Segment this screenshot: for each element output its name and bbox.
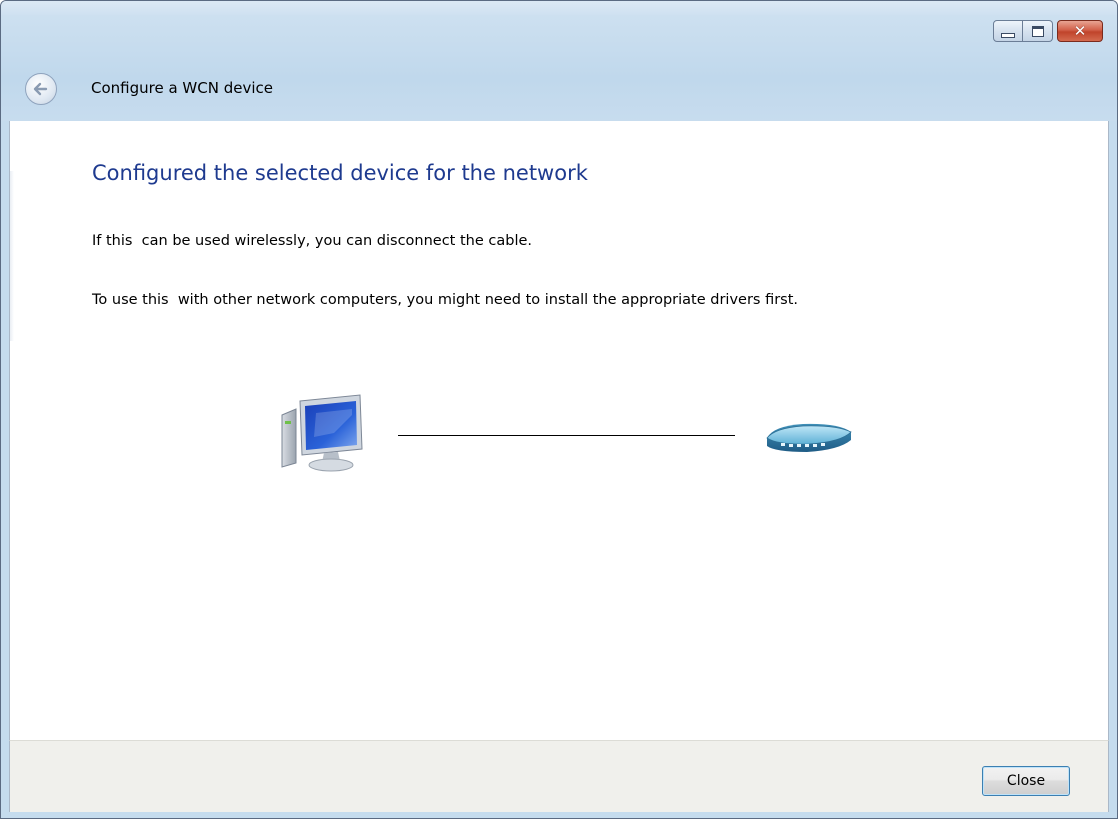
dialog-footer: Close (9, 740, 1109, 812)
minimize-icon (1001, 32, 1015, 38)
computer-icon (281, 394, 363, 472)
router-icon (766, 423, 852, 452)
maximize-icon (1031, 25, 1044, 37)
driver-instruction-text: To use this with other network computers… (92, 292, 799, 308)
back-button[interactable] (25, 73, 57, 105)
caption-buttons: ✕ (993, 20, 1103, 42)
title-strip (1, 1, 1117, 15)
connection-line (398, 435, 735, 436)
close-button[interactable]: Close (982, 766, 1070, 796)
navigation-bar (1, 15, 1117, 121)
wireless-instruction-text: If this can be used wirelessly, you can … (92, 233, 533, 249)
minimize-button[interactable] (993, 20, 1023, 42)
maximize-button[interactable] (1023, 20, 1053, 42)
window-bottom-frame (1, 812, 1117, 818)
panel-edge-shadow (10, 171, 14, 341)
close-icon: ✕ (1073, 21, 1087, 40)
window-close-button[interactable]: ✕ (1057, 20, 1103, 42)
wcn-dialog-window: ✕ Configure a WCN device Configured the … (0, 0, 1118, 819)
content-panel: Configured the selected device for the n… (9, 121, 1109, 740)
back-arrow-icon (33, 82, 48, 96)
window-title: Configure a WCN device (91, 79, 273, 97)
page-heading: Configured the selected device for the n… (92, 161, 588, 185)
